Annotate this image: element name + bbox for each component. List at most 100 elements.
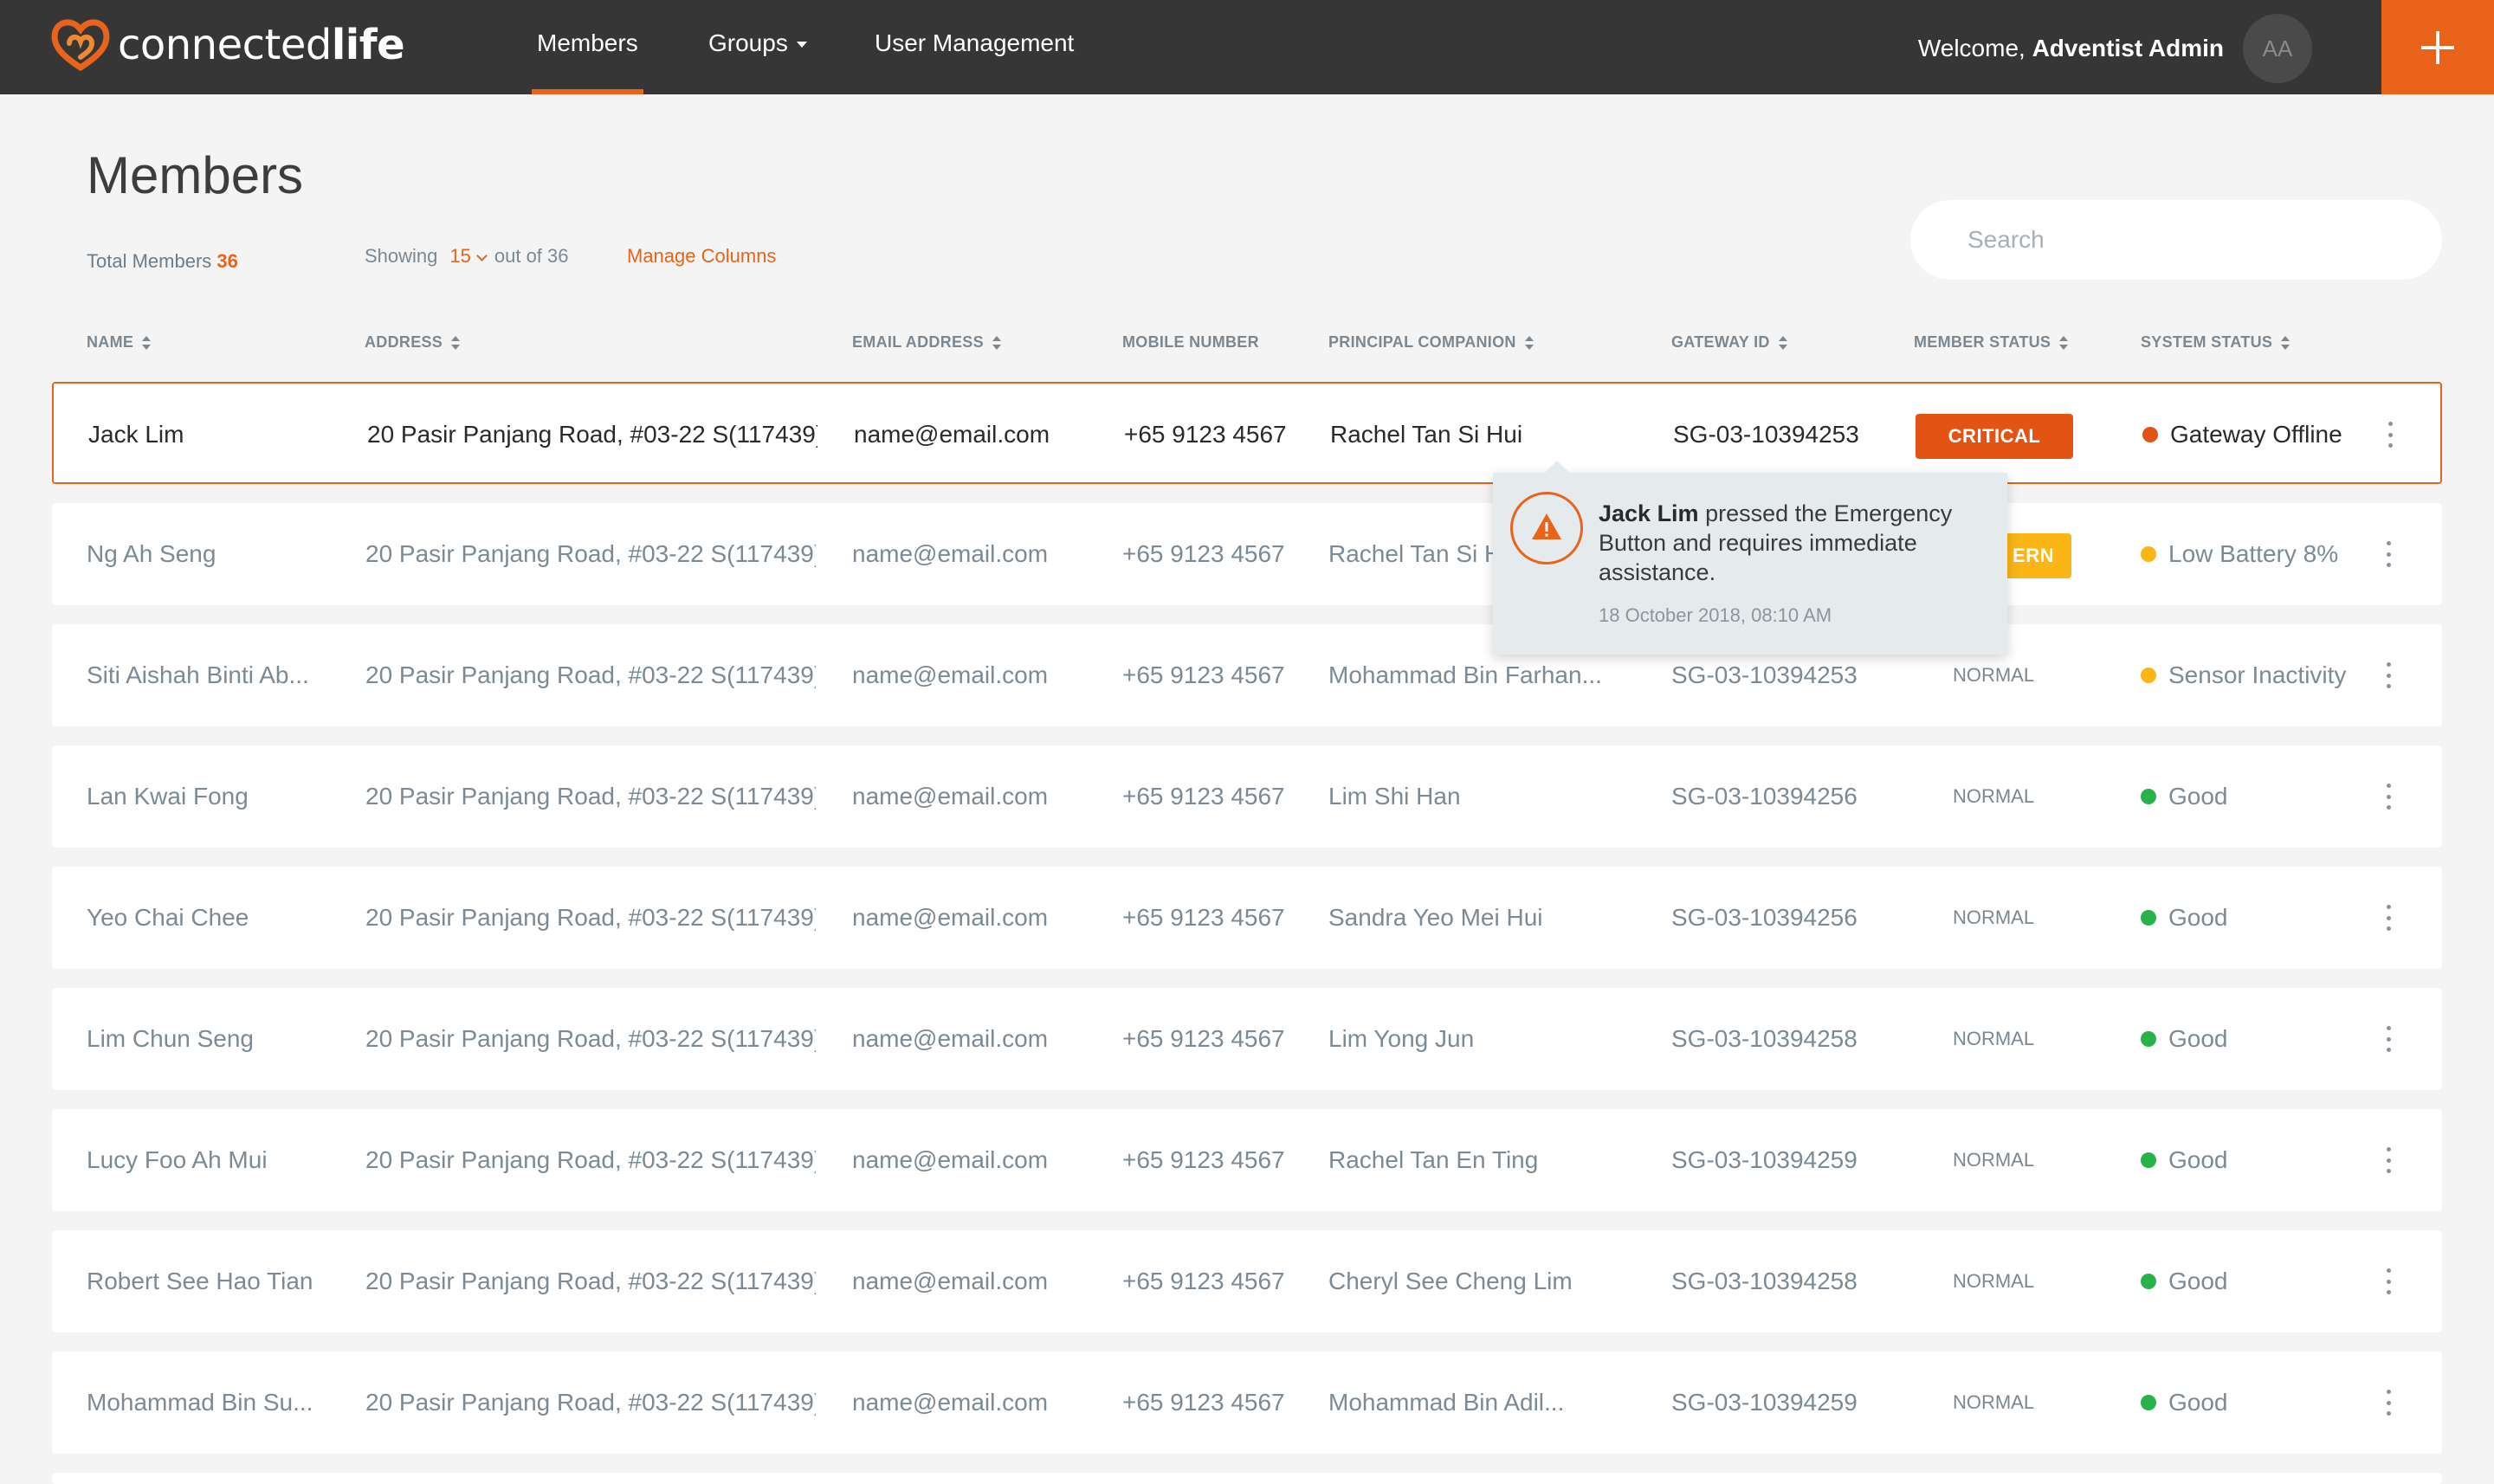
connectedlife-logo[interactable]: connectedlife xyxy=(50,17,405,73)
more-options-icon[interactable] xyxy=(2383,662,2394,688)
more-options-icon[interactable] xyxy=(2383,1147,2394,1173)
table-row[interactable]: Ng Ah Seng 20 Pasir Panjang Road, #03-22… xyxy=(52,503,2442,605)
column-header-email[interactable]: EMAIL ADDRESS xyxy=(852,333,1001,352)
member-name[interactable]: Jack Lim xyxy=(88,384,331,486)
member-status: NORMAL xyxy=(1952,1149,2035,1171)
column-header-member-status[interactable]: MEMBER STATUS xyxy=(1914,333,2069,352)
member-email: name@email.com xyxy=(852,661,1049,688)
member-name[interactable]: Lucy Foo Ah Mui xyxy=(87,1109,329,1211)
member-name[interactable]: Yeo Chai Chee xyxy=(87,867,329,969)
status-dot-icon xyxy=(2141,1152,2156,1168)
member-name[interactable]: Siti Aishah Binti Ab... xyxy=(87,624,329,726)
nav-user-management[interactable]: User Management xyxy=(875,0,1074,94)
status-dot-icon xyxy=(2141,1273,2156,1289)
more-options-icon[interactable] xyxy=(2383,541,2394,567)
more-options-icon[interactable] xyxy=(2383,784,2394,810)
column-header-system-status[interactable]: SYSTEM STATUS xyxy=(2141,333,2290,352)
member-name[interactable]: Robert See Hao Tian xyxy=(87,1230,329,1332)
system-status: Gateway Offline xyxy=(2142,384,2385,486)
more-options-icon[interactable] xyxy=(2383,1268,2394,1294)
member-name[interactable]: Mohammad Bin Su... xyxy=(87,1352,329,1454)
search-input[interactable] xyxy=(1910,200,2442,280)
column-header-address[interactable]: ADDRESS xyxy=(365,333,461,352)
member-name[interactable]: Lim Chun Seng xyxy=(87,988,329,1090)
member-mobile: +65 9123 4567 xyxy=(1122,783,1285,810)
column-header-gateway[interactable]: GATEWAY ID xyxy=(1671,333,1787,352)
member-name[interactable]: Ng Ah Seng xyxy=(87,503,329,605)
table-row[interactable]: Lim Chun Seng 20 Pasir Panjang Road, #03… xyxy=(52,988,2442,1090)
member-mobile: +65 9123 4567 xyxy=(1122,1146,1285,1173)
member-status: NORMAL xyxy=(1952,1270,2035,1292)
more-options-icon[interactable] xyxy=(2385,422,2395,448)
member-status: NORMAL xyxy=(1952,1391,2035,1413)
member-address: 20 Pasir Panjang Road, #03-22 S(117439) xyxy=(365,904,816,931)
gateway-id: SG-03-10394259 xyxy=(1671,1146,1858,1173)
chevron-down-icon xyxy=(476,249,488,261)
member-mobile: +65 9123 4567 xyxy=(1122,904,1285,931)
table-row[interactable]: Lan Kwai Fong 20 Pasir Panjang Road, #03… xyxy=(52,745,2442,848)
system-status: Sensor Inactivity xyxy=(2141,624,2383,726)
table-row[interactable]: Robert See Hao Tian 20 Pasir Panjang Roa… xyxy=(52,1230,2442,1332)
system-status: Good xyxy=(2141,1109,2383,1211)
sort-icon xyxy=(2281,336,2290,351)
member-address: 20 Pasir Panjang Road, #03-22 S(117439) xyxy=(367,421,817,448)
heart-logo-icon xyxy=(51,19,110,72)
gateway-id: SG-03-10394258 xyxy=(1671,1268,1858,1294)
gateway-id: SG-03-10394256 xyxy=(1671,904,1858,931)
principal-companion: Rachel Tan En Ting xyxy=(1328,1146,1539,1173)
column-header-companion[interactable]: PRINCIPAL COMPANION xyxy=(1328,333,1534,352)
principal-companion: Rachel Tan Si Hui xyxy=(1330,421,1523,448)
member-email: name@email.com xyxy=(852,1146,1049,1173)
gateway-id: SG-03-10394259 xyxy=(1671,1389,1858,1416)
principal-companion: Mohammad Bin Adil... xyxy=(1328,1389,1565,1416)
emergency-alert-tooltip[interactable]: Jack Lim pressed the Emergency Button an… xyxy=(1493,461,2007,655)
member-mobile: +65 9123 4567 xyxy=(1122,1268,1285,1294)
add-button[interactable] xyxy=(2381,0,2494,94)
member-mobile: +65 9123 4567 xyxy=(1122,661,1285,688)
alert-message: Jack Lim pressed the Emergency Button an… xyxy=(1599,500,1953,585)
more-options-icon[interactable] xyxy=(2383,1390,2394,1416)
page-size-selector[interactable]: Showing 15 out of 36 xyxy=(365,245,569,268)
table-row[interactable]: Mohammad Bin Su... 20 Pasir Panjang Road… xyxy=(52,1352,2442,1454)
manage-columns-link[interactable]: Manage Columns xyxy=(627,245,776,268)
table-row[interactable]: Jack Lim 20 Pasir Panjang Road, #03-22 S… xyxy=(52,382,2442,484)
gateway-id: SG-03-10394258 xyxy=(1671,1025,1858,1052)
member-address: 20 Pasir Panjang Road, #03-22 S(117439) xyxy=(365,1268,816,1294)
top-navigation-bar: connectedlife Members Groups User Manage… xyxy=(0,0,2494,94)
table-row-partial xyxy=(52,1473,2442,1484)
member-mobile: +65 9123 4567 xyxy=(1122,1025,1285,1052)
welcome-text: Welcome, Adventist Admin xyxy=(1917,35,2224,61)
principal-companion: Cheryl See Cheng Lim xyxy=(1328,1268,1573,1294)
member-email: name@email.com xyxy=(852,1389,1049,1416)
member-address: 20 Pasir Panjang Road, #03-22 S(117439) xyxy=(365,661,816,688)
member-email: name@email.com xyxy=(852,904,1049,931)
sort-icon xyxy=(1524,336,1534,351)
total-members: Total Members 36 xyxy=(87,250,238,272)
gateway-id: SG-03-10394253 xyxy=(1673,421,1859,448)
table-row[interactable]: Yeo Chai Chee 20 Pasir Panjang Road, #03… xyxy=(52,867,2442,969)
principal-companion: Sandra Yeo Mei Hui xyxy=(1328,904,1543,931)
member-status: NORMAL xyxy=(1952,907,2035,928)
member-email: name@email.com xyxy=(852,1268,1049,1294)
nav-members[interactable]: Members xyxy=(532,0,643,94)
sort-icon xyxy=(142,336,152,351)
sort-icon xyxy=(451,336,461,351)
member-status: CRITICAL xyxy=(1916,384,2080,486)
status-badge-critical[interactable]: CRITICAL xyxy=(1916,414,2073,459)
nav-groups[interactable]: Groups xyxy=(708,0,807,94)
table-row[interactable]: Lucy Foo Ah Mui 20 Pasir Panjang Road, #… xyxy=(52,1109,2442,1211)
table-row[interactable]: Siti Aishah Binti Ab... 20 Pasir Panjang… xyxy=(52,624,2442,726)
sort-icon xyxy=(1778,336,1787,351)
member-mobile: +65 9123 4567 xyxy=(1122,540,1285,567)
system-status: Good xyxy=(2141,867,2383,969)
member-email: name@email.com xyxy=(852,1025,1049,1052)
member-address: 20 Pasir Panjang Road, #03-22 S(117439) xyxy=(365,1389,816,1416)
member-mobile: +65 9123 4567 xyxy=(1122,1389,1285,1416)
member-name[interactable]: Lan Kwai Fong xyxy=(87,745,329,848)
column-header-name[interactable]: NAME xyxy=(87,333,152,352)
more-options-icon[interactable] xyxy=(2383,905,2394,931)
avatar[interactable]: AA xyxy=(2243,14,2312,83)
more-options-icon[interactable] xyxy=(2383,1026,2394,1052)
alert-timestamp: 18 October 2018, 08:10 AM xyxy=(1599,604,1832,626)
status-dot-icon xyxy=(2141,545,2156,562)
